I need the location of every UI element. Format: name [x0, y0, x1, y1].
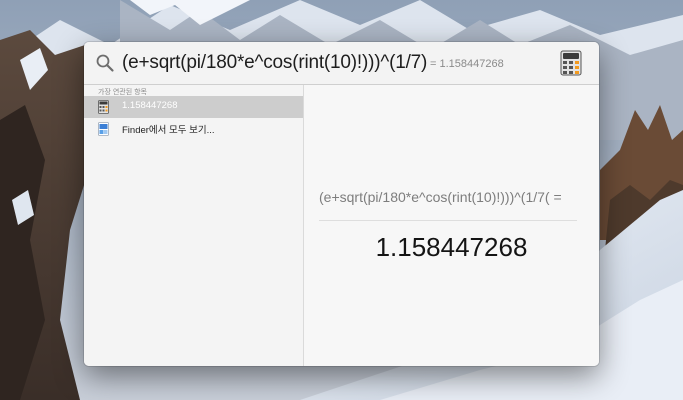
spotlight-search-bar: (e+sqrt(pi/180*e^cos(rint(10)!)))^(1/7) …: [84, 42, 599, 85]
preview-pane: (e+sqrt(pi/180*e^cos(rint(10)!)))^(1/7( …: [304, 85, 599, 366]
inline-result-text: = 1.158447268: [430, 58, 504, 70]
preview-expression: (e+sqrt(pi/180*e^cos(rint(10)!)))^(1/7( …: [319, 189, 562, 205]
preview-result: 1.158447268: [375, 232, 528, 262]
spotlight-window: (e+sqrt(pi/180*e^cos(rint(10)!)))^(1/7) …: [84, 42, 599, 366]
calculator-icon: [98, 100, 109, 114]
search-input[interactable]: (e+sqrt(pi/180*e^cos(rint(10)!)))^(1/7): [122, 52, 427, 74]
results-list: 가장 연관된 항목 1.158447268 Finder에서 모두 보기...: [84, 85, 304, 366]
result-row-calculator[interactable]: 1.158447268: [84, 96, 303, 118]
result-label: 1.158447268: [122, 100, 178, 111]
search-icon: [96, 54, 114, 72]
result-label: Finder에서 모두 보기...: [122, 125, 215, 136]
result-row-finder[interactable]: Finder에서 모두 보기...: [84, 118, 303, 140]
finder-icon: [98, 122, 109, 136]
preview-divider: [319, 220, 577, 221]
calculator-icon: [560, 50, 582, 76]
